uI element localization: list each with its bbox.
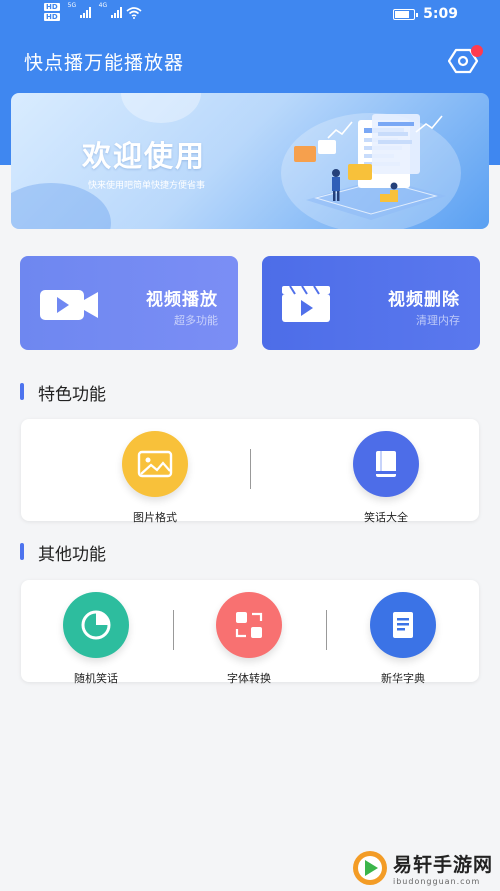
section-title-other: 其他功能 bbox=[20, 540, 106, 565]
dictionary-circle bbox=[370, 592, 436, 658]
image-icon bbox=[137, 450, 173, 478]
dictionary-icon bbox=[393, 612, 413, 638]
hd-badge-2: HD bbox=[44, 13, 60, 21]
watermark-name: 易轩手游网 bbox=[393, 854, 494, 876]
clock: 5:09 bbox=[423, 6, 458, 22]
feature-random-joke[interactable]: 随机笑话 bbox=[41, 592, 151, 686]
image-format-circle bbox=[122, 431, 188, 497]
signal-5g-icon: 5G bbox=[68, 2, 91, 18]
banner-title: 欢迎使用 bbox=[82, 139, 207, 173]
feature-font-convert[interactable]: 字体转换 bbox=[194, 592, 304, 686]
feature-dictionary[interactable]: 新华字典 bbox=[348, 592, 458, 686]
data-dashboard-illustration bbox=[294, 114, 446, 220]
watermark-text: 易轩手游网 ibudongguan.com bbox=[393, 850, 493, 886]
dictionary-label: 新华字典 bbox=[381, 672, 425, 685]
notification-dot bbox=[471, 45, 483, 57]
jokes-circle bbox=[353, 431, 419, 497]
site-logo-icon bbox=[353, 851, 387, 885]
status-left: HD HD 5G 4G bbox=[44, 2, 142, 21]
section-title-featured: 特色功能 bbox=[20, 380, 106, 405]
book-icon bbox=[376, 451, 396, 477]
status-bar: HD HD 5G 4G 5:09 bbox=[0, 0, 500, 30]
random-joke-label: 随机笑话 bbox=[74, 672, 118, 685]
other-panel: 随机笑话 字体转换 新华字典 bbox=[21, 580, 479, 685]
font-convert-label: 字体转换 bbox=[227, 672, 271, 685]
video-delete-card[interactable]: 视频删除 清理内存 bbox=[262, 256, 480, 350]
status-right: 5:09 bbox=[393, 6, 458, 22]
video-play-subtitle: 超多功能 bbox=[174, 314, 218, 327]
watermark-domain: ibudongguan.com bbox=[393, 877, 481, 886]
divider bbox=[250, 449, 251, 489]
hd-badge-1: HD bbox=[44, 3, 60, 11]
font-convert-circle bbox=[216, 592, 282, 658]
featured-panel: 图片格式 笑话大全 bbox=[21, 419, 479, 524]
network-5g-label: 5G bbox=[67, 2, 77, 9]
image-format-label: 图片格式 bbox=[133, 511, 177, 524]
feature-image-format[interactable]: 图片格式 bbox=[100, 431, 210, 525]
banner-decor-blob bbox=[121, 93, 201, 123]
divider bbox=[173, 610, 174, 650]
welcome-banner[interactable]: 欢迎使用 快来使用吧简单快捷方便省事 bbox=[11, 93, 489, 229]
video-play-card[interactable]: 视频播放 超多功能 bbox=[20, 256, 238, 350]
wifi-icon bbox=[126, 7, 142, 19]
video-play-title: 视频播放 bbox=[146, 290, 218, 310]
watermark: 易轩手游网 ibudongguan.com bbox=[352, 850, 493, 886]
signal-4g-icon: 4G bbox=[99, 2, 122, 18]
clapperboard-icon bbox=[282, 285, 330, 322]
pie-chart-icon bbox=[81, 610, 111, 640]
video-delete-title: 视频删除 bbox=[388, 290, 460, 310]
hd-badges: HD HD bbox=[44, 3, 60, 21]
banner-subtitle: 快来使用吧简单快捷方便省事 bbox=[88, 181, 206, 191]
feature-jokes[interactable]: 笑话大全 bbox=[331, 431, 441, 525]
convert-icon bbox=[235, 612, 263, 638]
video-delete-subtitle: 清理内存 bbox=[416, 314, 460, 327]
app-title: 快点播万能播放器 bbox=[24, 52, 185, 74]
video-camera-icon bbox=[40, 290, 98, 320]
random-joke-circle bbox=[63, 592, 129, 658]
battery-icon bbox=[393, 8, 419, 20]
divider bbox=[326, 610, 327, 650]
network-4g-label: 4G bbox=[98, 2, 108, 9]
jokes-label: 笑话大全 bbox=[364, 511, 408, 524]
